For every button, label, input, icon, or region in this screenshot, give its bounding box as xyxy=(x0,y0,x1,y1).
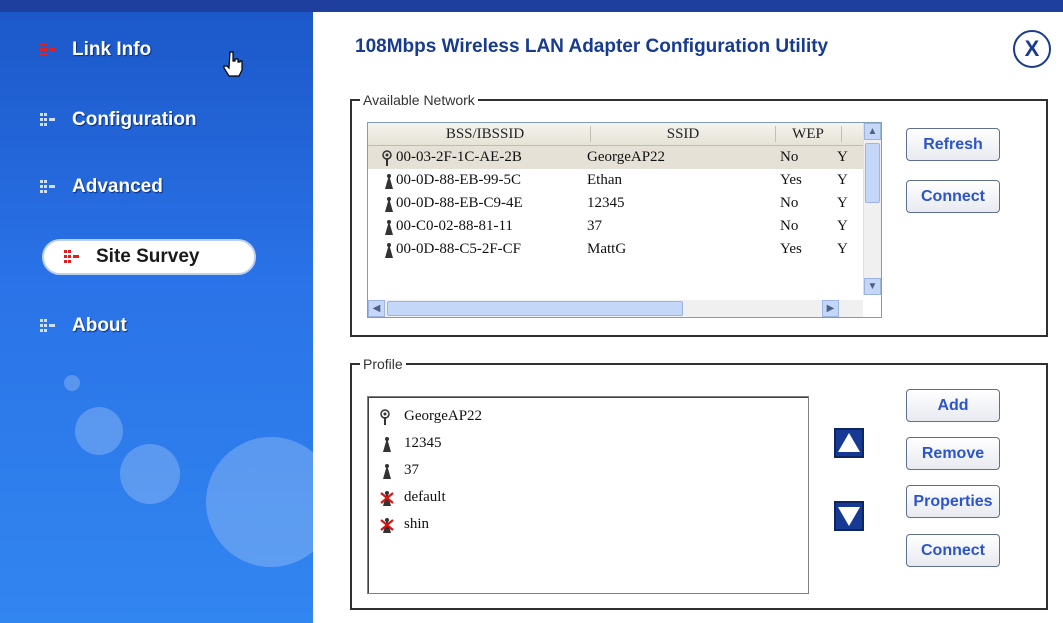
page-title: 108Mbps Wireless LAN Adapter Configurati… xyxy=(355,36,829,57)
sidebar-item-label: Link Info xyxy=(72,39,152,60)
sidebar-item-label: About xyxy=(72,315,127,336)
adhoc-station-icon xyxy=(385,220,393,235)
adhoc-station-icon xyxy=(383,464,391,479)
profile-name: 37 xyxy=(404,462,419,478)
sidebar: Link Info Configuration Advanced Site Su… xyxy=(0,12,313,623)
extra-cell: Y xyxy=(837,218,848,234)
column-header-bssid[interactable]: BSS/IBSSID xyxy=(390,126,580,143)
extra-cell: Y xyxy=(837,172,848,188)
adhoc-station-icon xyxy=(383,437,391,452)
top-bar xyxy=(0,0,1063,12)
unavailable-station-icon xyxy=(380,518,394,533)
bar-bullet-icon xyxy=(40,317,58,335)
bssid-cell: 00-0D-88-EB-99-5C xyxy=(396,172,521,188)
triangle-up-icon xyxy=(838,433,860,452)
ssid-cell: GeorgeAP22 xyxy=(587,149,666,165)
bssid-cell: 00-C0-02-88-81-11 xyxy=(396,218,513,234)
ssid-cell: 12345 xyxy=(587,195,625,211)
extra-cell: Y xyxy=(837,149,848,165)
decor-bubble xyxy=(75,407,123,455)
network-list[interactable]: BSS/IBSSID SSID WEP 00-03-2F-1C-AE-2B Ge… xyxy=(367,122,882,318)
sidebar-item-site-survey[interactable]: Site Survey xyxy=(42,239,256,275)
profile-name: 12345 xyxy=(404,435,442,451)
scroll-thumb[interactable] xyxy=(865,143,880,203)
wep-cell: No xyxy=(780,195,799,211)
ssid-cell: 37 xyxy=(587,218,602,234)
extra-cell: Y xyxy=(837,241,848,257)
properties-button[interactable]: Properties xyxy=(906,485,1000,518)
scroll-right-button[interactable]: ▶ xyxy=(822,300,839,317)
unavailable-station-icon xyxy=(380,491,394,506)
network-list-header: BSS/IBSSID SSID WEP xyxy=(368,123,881,146)
ssid-cell: Ethan xyxy=(587,172,622,188)
extra-cell: Y xyxy=(837,195,848,211)
sidebar-item-label: Advanced xyxy=(72,176,163,197)
list-item[interactable]: GeorgeAP22 xyxy=(368,405,808,428)
move-up-button[interactable] xyxy=(834,428,864,458)
table-row[interactable]: 00-C0-02-88-81-11 37 No Y xyxy=(368,215,881,238)
profile-name: shin xyxy=(404,516,430,532)
access-point-icon xyxy=(380,409,390,425)
remove-profile-button[interactable]: Remove xyxy=(906,437,1000,470)
ssid-cell: MattG xyxy=(587,241,627,257)
decor-bubble xyxy=(206,437,313,567)
profile-name: GeorgeAP22 xyxy=(404,408,483,424)
adhoc-station-icon xyxy=(385,174,393,189)
wep-cell: Yes xyxy=(780,241,802,257)
sidebar-item-about[interactable]: About xyxy=(40,308,127,344)
scroll-down-button[interactable]: ▼ xyxy=(864,278,881,295)
table-row[interactable]: 00-0D-88-EB-C9-4E 12345 No Y xyxy=(368,192,881,215)
vertical-scrollbar[interactable]: ▲ ▼ xyxy=(863,123,881,295)
refresh-button[interactable]: Refresh xyxy=(906,128,1000,161)
connect-profile-button[interactable]: Connect xyxy=(906,534,1000,567)
adhoc-station-icon xyxy=(385,197,393,212)
list-item[interactable]: 37 xyxy=(368,459,808,482)
adhoc-station-icon xyxy=(385,243,393,258)
sidebar-item-label: Configuration xyxy=(72,109,197,130)
scroll-left-button[interactable]: ◀ xyxy=(368,300,385,317)
access-point-icon xyxy=(382,150,392,166)
bar-bullet-icon xyxy=(64,248,82,266)
bar-bullet-icon xyxy=(40,41,58,59)
scroll-thumb[interactable] xyxy=(387,301,683,316)
hand-cursor-icon xyxy=(223,51,243,77)
bssid-cell: 00-0D-88-C5-2F-CF xyxy=(396,241,522,257)
profile-list[interactable]: GeorgeAP22 12345 37 default shin xyxy=(367,396,809,594)
list-item[interactable]: default xyxy=(368,486,808,509)
bssid-cell: 00-03-2F-1C-AE-2B xyxy=(396,149,522,165)
sidebar-item-configuration[interactable]: Configuration xyxy=(40,102,197,138)
horizontal-scrollbar[interactable]: ◀ ▶ xyxy=(368,300,863,317)
list-item[interactable]: shin xyxy=(368,513,808,536)
decor-bubble xyxy=(64,375,80,391)
close-button[interactable]: X xyxy=(1013,30,1051,68)
profile-legend: Profile xyxy=(363,356,403,372)
sidebar-item-advanced[interactable]: Advanced xyxy=(40,169,163,205)
table-row[interactable]: 00-0D-88-C5-2F-CF MattG Yes Y xyxy=(368,238,881,261)
close-icon: X xyxy=(1024,36,1040,61)
bar-bullet-icon xyxy=(40,178,58,196)
list-item[interactable]: 12345 xyxy=(368,432,808,455)
connect-network-button[interactable]: Connect xyxy=(906,180,1000,213)
move-down-button[interactable] xyxy=(834,501,864,531)
column-header-ssid[interactable]: SSID xyxy=(592,126,774,143)
available-network-legend: Available Network xyxy=(363,92,475,108)
column-header-wep[interactable]: WEP xyxy=(776,126,840,143)
scroll-up-button[interactable]: ▲ xyxy=(864,123,881,140)
wep-cell: Yes xyxy=(780,172,802,188)
wep-cell: No xyxy=(780,218,799,234)
bssid-cell: 00-0D-88-EB-C9-4E xyxy=(396,195,523,211)
bar-bullet-icon xyxy=(40,111,58,129)
table-row[interactable]: 00-03-2F-1C-AE-2B GeorgeAP22 No Y xyxy=(368,146,881,169)
profile-name: default xyxy=(404,489,446,505)
decor-bubble xyxy=(120,444,180,504)
add-profile-button[interactable]: Add xyxy=(906,389,1000,422)
triangle-down-icon xyxy=(838,507,860,526)
sidebar-item-label: Site Survey xyxy=(96,246,200,267)
sidebar-item-link-info[interactable]: Link Info xyxy=(40,32,151,68)
table-row[interactable]: 00-0D-88-EB-99-5C Ethan Yes Y xyxy=(368,169,881,192)
wep-cell: No xyxy=(780,149,799,165)
